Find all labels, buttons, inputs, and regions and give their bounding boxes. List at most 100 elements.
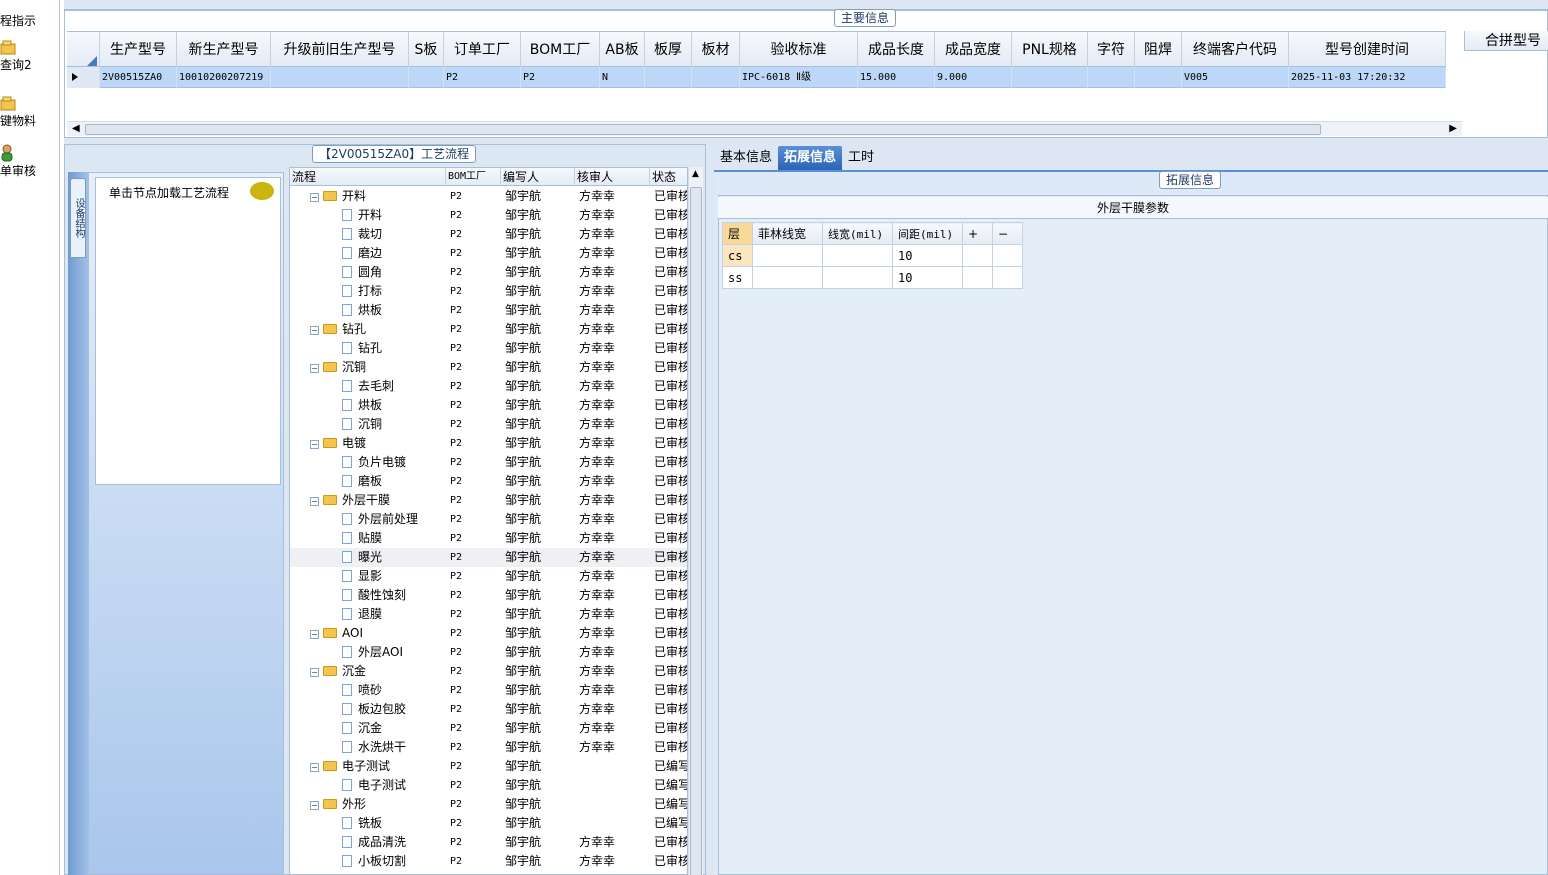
tree-node[interactable]: 沉金 (290, 719, 446, 738)
tree-row[interactable]: 贴膜 P2 邹宇航 方幸幸 已审核 (290, 529, 687, 548)
tree-node[interactable]: 酸性蚀刻 (290, 586, 446, 605)
tree-row[interactable]: 负片电镀 P2 邹宇航 方幸幸 已审核 (290, 453, 687, 472)
col-film-linewidth[interactable]: 菲林线宽 (752, 222, 823, 245)
tree-row[interactable]: − 沉金 P2 邹宇航 方幸幸 已审核 (290, 662, 687, 681)
tree-node[interactable]: 烘板 (290, 301, 446, 320)
tree-row[interactable]: 打标 P2 邹宇航 方幸幸 已审核 (290, 282, 687, 301)
tree-row[interactable]: 显影 P2 邹宇航 方幸幸 已审核 (290, 567, 687, 586)
tab-work-hours[interactable]: 工时 (842, 146, 880, 170)
add-row-button[interactable]: + (962, 222, 993, 245)
tree-row[interactable]: 铣板 P2 邹宇航 已编写 (290, 814, 687, 833)
main-col-header[interactable]: 型号创建时间 (1289, 32, 1446, 68)
tree-row[interactable]: − 外形 P2 邹宇航 已编写 (290, 795, 687, 814)
cell-spacing[interactable]: 10 (892, 266, 963, 289)
main-col-header[interactable]: 字符 (1088, 32, 1135, 68)
col-reviewer[interactable]: 核审人 (575, 168, 650, 186)
tree-row[interactable]: 烘板 P2 邹宇航 方幸幸 已审核 (290, 301, 687, 320)
scroll-left-icon[interactable]: ◀ (72, 123, 80, 134)
tree-node[interactable]: − 电镀 (290, 434, 446, 453)
main-cell[interactable] (645, 67, 692, 88)
tree-node[interactable]: − 钻孔 (290, 320, 446, 339)
tree-node[interactable]: 去毛刺 (290, 377, 446, 396)
collapse-icon[interactable]: − (310, 668, 319, 677)
tree-node[interactable]: 烘板 (290, 396, 446, 415)
tree-node[interactable]: 水洗烘干 (290, 738, 446, 757)
nav-item-4[interactable]: 单审核 (0, 144, 58, 179)
main-cell[interactable]: V005 (1182, 67, 1289, 88)
tree-node[interactable]: 磨板 (290, 472, 446, 491)
tab-extended-info[interactable]: 拓展信息 (778, 146, 843, 170)
tree-node[interactable]: 铣板 (290, 814, 446, 833)
cell-linewidth[interactable] (822, 244, 893, 267)
main-col-header[interactable]: 阻焊 (1135, 32, 1182, 68)
tree-node[interactable]: 圆角 (290, 263, 446, 282)
collapse-icon[interactable]: − (310, 801, 319, 810)
tree-node[interactable]: 退膜 (290, 605, 446, 624)
main-cell[interactable]: 10010200207219 (177, 67, 271, 88)
tree-row[interactable]: 沉铜 P2 邹宇航 方幸幸 已审核 (290, 415, 687, 434)
collapse-icon[interactable]: − (310, 193, 319, 202)
tree-node[interactable]: 开料 (290, 206, 446, 225)
main-col-header[interactable]: 订单工厂 (444, 32, 521, 68)
collapse-icon[interactable]: − (310, 326, 319, 335)
col-bom-factory[interactable]: BOM工厂 (446, 168, 501, 186)
tree-row[interactable]: − 电镀 P2 邹宇航 方幸幸 已审核 (290, 434, 687, 453)
tree-node[interactable]: 外层AOI (290, 643, 446, 662)
col-spacing-mil[interactable]: 间距(mil) (892, 222, 963, 245)
main-cell[interactable]: 9.000 (935, 67, 1012, 88)
main-cell[interactable]: 15.000 (858, 67, 935, 88)
nav-item-2[interactable]: 查询2 (0, 38, 58, 73)
tree-node[interactable]: 打标 (290, 282, 446, 301)
tree-row[interactable]: 板边包胶 P2 邹宇航 方幸幸 已审核 (290, 700, 687, 719)
main-col-header[interactable]: 新生产型号 (177, 32, 271, 68)
tree-row[interactable]: 磨板 P2 邹宇航 方幸幸 已审核 (290, 472, 687, 491)
tree-node[interactable]: 外层前处理 (290, 510, 446, 529)
scroll-right-icon[interactable]: ▶ (1449, 123, 1457, 134)
tree-row[interactable]: 开料 P2 邹宇航 方幸幸 已审核 (290, 206, 687, 225)
tree-row[interactable]: 喷砂 P2 邹宇航 方幸幸 已审核 (290, 681, 687, 700)
main-cell[interactable]: P2 (521, 67, 600, 88)
tree-row[interactable]: 去毛刺 P2 邹宇航 方幸幸 已审核 (290, 377, 687, 396)
scroll-up-icon[interactable]: ▲ (692, 169, 699, 179)
collapse-icon[interactable]: − (310, 630, 319, 639)
main-col-header[interactable]: 终端客户代码 (1182, 32, 1289, 68)
main-cell[interactable] (271, 67, 409, 88)
tree-node[interactable]: − 沉铜 (290, 358, 446, 377)
col-layer[interactable]: 层 (722, 222, 753, 245)
tree-row[interactable]: 钻孔 P2 邹宇航 方幸幸 已审核 (290, 339, 687, 358)
tree-node[interactable]: − 外层干膜 (290, 491, 446, 510)
tree-row[interactable]: 曝光 P2 邹宇航 方幸幸 已审核 (290, 548, 687, 567)
main-col-header[interactable]: S板 (409, 32, 444, 68)
cell-film-linewidth[interactable] (752, 244, 823, 267)
cell-plus[interactable] (962, 266, 993, 289)
collapse-icon[interactable]: − (310, 763, 319, 772)
tree-node[interactable]: − 开料 (290, 187, 446, 206)
tree-row[interactable]: − AOI P2 邹宇航 方幸幸 已审核 (290, 624, 687, 643)
collapse-icon[interactable]: − (310, 364, 319, 373)
main-cell[interactable] (1088, 67, 1135, 88)
tree-row[interactable]: 小板切割 P2 邹宇航 方幸幸 已审核 (290, 852, 687, 871)
tree-row[interactable]: − 沉铜 P2 邹宇航 方幸幸 已审核 (290, 358, 687, 377)
main-cell[interactable]: P2 (444, 67, 521, 88)
cell-linewidth[interactable] (822, 266, 893, 289)
col-flow[interactable]: 流程 (290, 168, 446, 186)
tree-row[interactable]: 沉金 P2 邹宇航 方幸幸 已审核 (290, 719, 687, 738)
cell-spacing[interactable]: 10 (892, 244, 963, 267)
row-pointer[interactable] (67, 67, 100, 88)
tree-node[interactable]: 显影 (290, 567, 446, 586)
main-col-header[interactable]: 成品宽度 (935, 32, 1012, 68)
main-grid-row[interactable]: 2V00515ZA0 10010200207219 P2 P2 N IPC-6018 Ⅱ级… (67, 67, 1446, 88)
tree-node[interactable]: − 外形 (290, 795, 446, 814)
nav-item-3[interactable]: 键物料 (0, 94, 58, 129)
tree-row[interactable]: 退膜 P2 邹宇航 方幸幸 已审核 (290, 605, 687, 624)
cell-film-linewidth[interactable] (752, 266, 823, 289)
col-linewidth-mil[interactable]: 线宽(mil) (822, 222, 893, 245)
tree-row[interactable]: 电子测试 P2 邹宇航 已编写 (290, 776, 687, 795)
vscroll-thumb[interactable] (690, 187, 702, 875)
tree-row[interactable]: − 钻孔 P2 邹宇航 方幸幸 已审核 (290, 320, 687, 339)
collapse-icon[interactable]: − (310, 497, 319, 506)
tree-node[interactable]: − 沉金 (290, 662, 446, 681)
main-cell[interactable]: 2V00515ZA0 (100, 67, 177, 88)
main-cell[interactable]: IPC-6018 Ⅱ级 (740, 67, 858, 88)
main-col-header[interactable]: 生产型号 (100, 32, 177, 68)
